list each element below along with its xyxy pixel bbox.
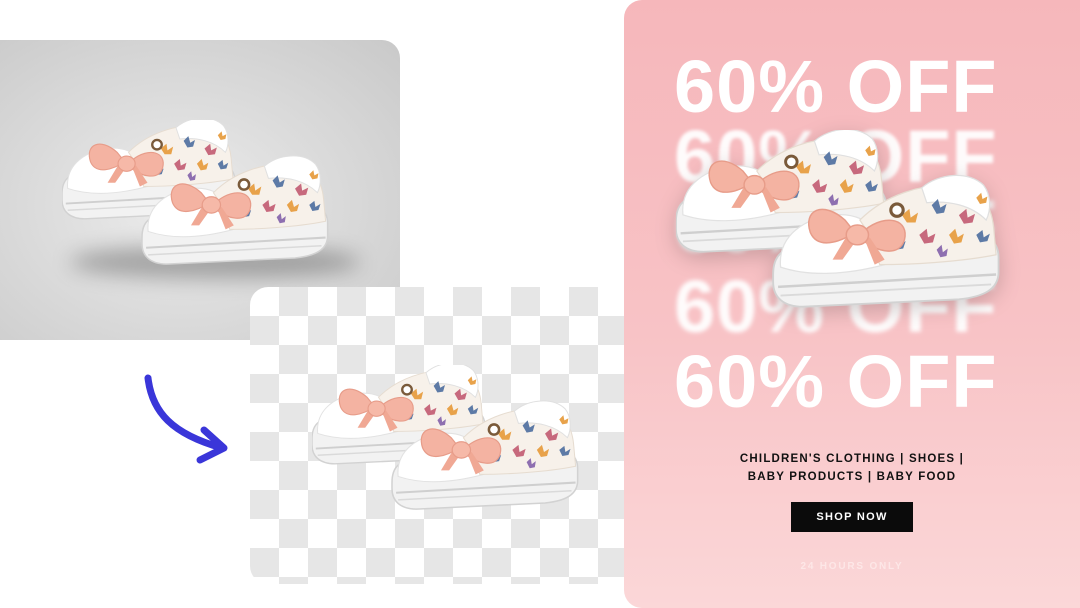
curved-arrow-icon <box>144 374 228 464</box>
shoes-photo-image <box>62 120 342 290</box>
shoes-cutout-image <box>312 365 592 535</box>
promo-footer-note: 24 HOURS ONLY <box>800 561 904 572</box>
shop-now-button[interactable]: SHOP NOW <box>791 502 913 532</box>
offer-text: 60% OFF <box>674 340 998 423</box>
categories-line: BABY PRODUCTS | BABY FOOD <box>747 471 957 483</box>
shoes-poster-image <box>676 130 1016 340</box>
cutout-transparent-card <box>250 287 650 584</box>
categories-line: CHILDREN'S CLOTHING | SHOES | <box>739 453 965 465</box>
categories-text: CHILDREN'S CLOTHING | SHOES | BABY PRODU… <box>624 450 1080 486</box>
promo-poster: 60% OFF 60% OFF 60% OFF 60% OFF 60% OFF … <box>624 0 1080 608</box>
offer-text: 60% OFF <box>674 45 998 128</box>
